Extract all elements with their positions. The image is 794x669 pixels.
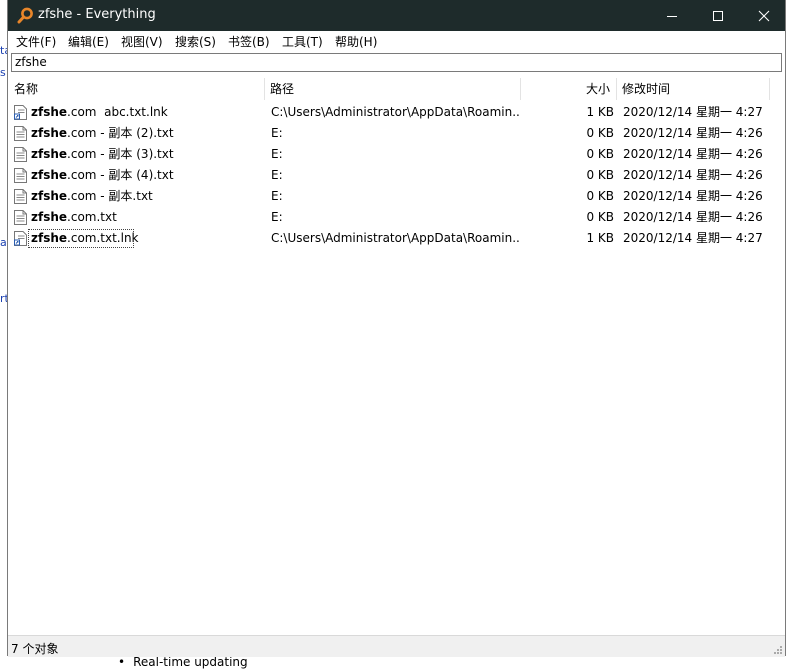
file-path: E: bbox=[271, 189, 283, 203]
object-count: 7 个对象 bbox=[11, 642, 59, 656]
file-modified: 2020/12/14 星期一 4:26 bbox=[623, 189, 763, 203]
file-name-match: zfshe bbox=[31, 147, 68, 161]
column-divider[interactable] bbox=[616, 78, 617, 100]
table-row[interactable]: zfshe.com - 副本 (3).txt E: 0 KB 2020/12/14 星… bbox=[8, 144, 778, 165]
table-row[interactable]: zfshe.com.txt.lnk C:\Users\Administrator\… bbox=[8, 228, 778, 249]
table-row[interactable]: zfshe.com - 副本.txt E: 0 KB 2020/12/14 星期一 4… bbox=[8, 186, 778, 207]
file-modified: 2020/12/14 星期一 4:26 bbox=[623, 126, 763, 140]
title-bar[interactable]: zfshe - Everything bbox=[8, 0, 785, 31]
focus-rectangle bbox=[28, 229, 134, 248]
background-text-fragment: a bbox=[0, 236, 7, 249]
column-header-size[interactable]: 大小 bbox=[586, 78, 610, 100]
file-name-match: zfshe bbox=[31, 189, 68, 203]
file-name: zfshe.com abc.txt.lnk bbox=[31, 102, 261, 123]
menu-help[interactable]: 帮助(H) bbox=[333, 33, 379, 50]
maximize-icon bbox=[713, 10, 723, 21]
file-path: E: bbox=[271, 147, 283, 161]
column-header-path[interactable]: 路径 bbox=[270, 78, 294, 100]
file-name-rest: .com abc.txt.lnk bbox=[67, 105, 168, 119]
background-list-item: Real-time updating bbox=[118, 655, 248, 669]
file-name-match: zfshe bbox=[31, 105, 68, 119]
table-row[interactable]: zfshe.com.txt E: 0 KB 2020/12/14 星期一 4:26 bbox=[8, 207, 778, 228]
file-name-match: zfshe bbox=[31, 126, 68, 140]
maximize-button[interactable] bbox=[695, 0, 741, 31]
file-size: 1 KB bbox=[586, 105, 614, 119]
resize-grip-icon[interactable] bbox=[773, 645, 783, 655]
column-divider[interactable] bbox=[264, 78, 265, 100]
file-modified: 2020/12/14 星期一 4:26 bbox=[623, 147, 763, 161]
shortcut-file-icon bbox=[14, 231, 27, 246]
close-button[interactable] bbox=[741, 0, 787, 31]
file-name: zfshe.com.txt bbox=[31, 207, 261, 228]
text-file-icon bbox=[14, 168, 27, 183]
menu-edit[interactable]: 编辑(E) bbox=[66, 33, 111, 50]
file-modified: 2020/12/14 星期一 4:26 bbox=[623, 210, 763, 224]
text-file-icon bbox=[14, 210, 27, 225]
menu-bar: 文件(F) 编辑(E) 视图(V) 搜索(S) 书签(B) 工具(T) 帮助(H… bbox=[8, 31, 785, 51]
column-header-name[interactable]: 名称 bbox=[14, 78, 38, 100]
magnifier-app-icon bbox=[17, 7, 34, 24]
file-size: 0 KB bbox=[586, 168, 614, 182]
file-size: 1 KB bbox=[586, 231, 614, 245]
window-title: zfshe - Everything bbox=[38, 7, 156, 22]
menu-bookmarks[interactable]: 书签(B) bbox=[226, 33, 272, 50]
file-path: C:\Users\Administrator\AppData\Roamin... bbox=[271, 231, 521, 245]
file-name-rest: .com - 副本 (4).txt bbox=[67, 168, 174, 182]
close-icon bbox=[758, 10, 770, 21]
column-header-row: 名称 路径 大小 修改时间 bbox=[8, 78, 770, 100]
file-name: zfshe.com - 副本 (2).txt bbox=[31, 123, 261, 144]
file-size: 0 KB bbox=[586, 210, 614, 224]
table-row[interactable]: zfshe.com - 副本 (4).txt E: 0 KB 2020/12/14 星… bbox=[8, 165, 778, 186]
status-bar: 7 个对象 bbox=[8, 635, 785, 657]
column-divider[interactable] bbox=[520, 78, 521, 100]
file-size: 0 KB bbox=[586, 126, 614, 140]
file-name-rest: .com.txt bbox=[67, 210, 117, 224]
menu-view[interactable]: 视图(V) bbox=[119, 33, 165, 50]
minimize-icon bbox=[667, 15, 677, 17]
file-modified: 2020/12/14 星期一 4:26 bbox=[623, 168, 763, 182]
column-header-modified[interactable]: 修改时间 bbox=[622, 78, 670, 100]
file-name: zfshe.com - 副本 (4).txt bbox=[31, 165, 261, 186]
file-name: zfshe.com - 副本 (3).txt bbox=[31, 144, 261, 165]
file-name-rest: .com - 副本.txt bbox=[67, 189, 153, 203]
text-file-icon bbox=[14, 126, 27, 141]
file-name-rest: .com - 副本 (3).txt bbox=[67, 147, 174, 161]
file-name: zfshe.com - 副本.txt bbox=[31, 186, 261, 207]
file-size: 0 KB bbox=[586, 147, 614, 161]
background-text-fragment: s bbox=[0, 66, 6, 79]
file-name-rest: .com - 副本 (2).txt bbox=[67, 126, 174, 140]
column-divider[interactable] bbox=[769, 78, 770, 100]
text-file-icon bbox=[14, 147, 27, 162]
file-path: E: bbox=[271, 168, 283, 182]
file-size: 0 KB bbox=[586, 189, 614, 203]
minimize-button[interactable] bbox=[649, 0, 695, 31]
file-path: E: bbox=[271, 126, 283, 140]
file-name-match: zfshe bbox=[31, 210, 68, 224]
file-modified: 2020/12/14 星期一 4:27 bbox=[623, 105, 763, 119]
table-row[interactable]: zfshe.com - 副本 (2).txt E: 0 KB 2020/12/14 星… bbox=[8, 123, 778, 144]
text-file-icon bbox=[14, 189, 27, 204]
menu-file[interactable]: 文件(F) bbox=[14, 33, 58, 50]
file-name-match: zfshe bbox=[31, 168, 68, 182]
everything-window: zfshe - Everything 文件(F) 编辑(E) 视图(V) 搜索(… bbox=[7, 0, 786, 657]
menu-tools[interactable]: 工具(T) bbox=[280, 33, 325, 50]
shortcut-file-icon bbox=[14, 105, 27, 120]
file-modified: 2020/12/14 星期一 4:27 bbox=[623, 231, 763, 245]
file-path: C:\Users\Administrator\AppData\Roamin... bbox=[271, 105, 521, 119]
menu-search[interactable]: 搜索(S) bbox=[173, 33, 218, 50]
table-row[interactable]: zfshe.com abc.txt.lnk C:\Users\Administra… bbox=[8, 102, 778, 123]
search-input[interactable]: zfshe bbox=[11, 53, 782, 72]
file-path: E: bbox=[271, 210, 283, 224]
